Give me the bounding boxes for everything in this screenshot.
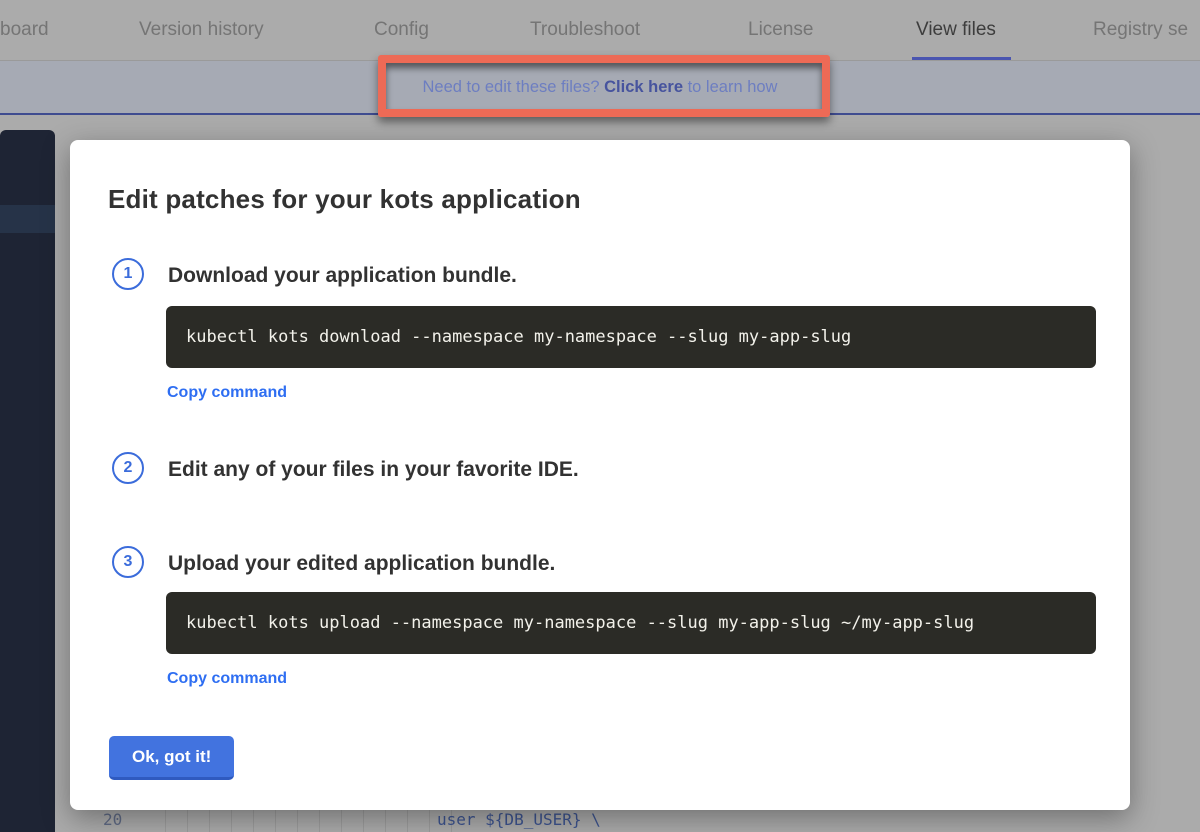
highlight-annotation-box	[378, 55, 830, 117]
modal-title: Edit patches for your kots application	[108, 184, 581, 215]
copy-upload-command-link[interactable]: Copy command	[167, 670, 287, 688]
step-2-number-badge: 2	[112, 452, 144, 484]
top-nav: board Version history Config Troubleshoo…	[0, 0, 1200, 60]
step-2-heading: Edit any of your files in your favorite …	[168, 455, 579, 485]
edit-patches-modal: Edit patches for your kots application 1…	[70, 140, 1130, 810]
download-command-block: kubectl kots download --namespace my-nam…	[166, 306, 1096, 368]
tab-dashboard[interactable]: board	[0, 0, 49, 60]
copy-download-command-link[interactable]: Copy command	[167, 384, 287, 402]
upload-command-block: kubectl kots upload --namespace my-names…	[166, 592, 1096, 654]
step-1-heading: Download your application bundle.	[168, 261, 517, 291]
step-3-heading: Upload your edited application bundle.	[168, 549, 555, 579]
line-number: 20	[103, 810, 122, 829]
tab-config[interactable]: Config	[374, 0, 429, 60]
page: board Version history Config Troubleshoo…	[0, 0, 1200, 832]
step-1-number-badge: 1	[112, 258, 144, 290]
tab-version-history[interactable]: Version history	[139, 0, 264, 60]
tab-registry-settings[interactable]: Registry se	[1093, 0, 1188, 60]
tab-view-files[interactable]: View files	[916, 0, 996, 60]
tab-troubleshoot[interactable]: Troubleshoot	[530, 0, 640, 60]
ok-got-it-button[interactable]: Ok, got it!	[109, 736, 234, 780]
step-3-number-badge: 3	[112, 546, 144, 578]
file-tree-selected-item[interactable]	[0, 205, 55, 233]
code-line: user ${DB_USER} \	[437, 810, 601, 829]
file-tree-sidebar	[0, 130, 55, 832]
tab-license[interactable]: License	[748, 0, 814, 60]
